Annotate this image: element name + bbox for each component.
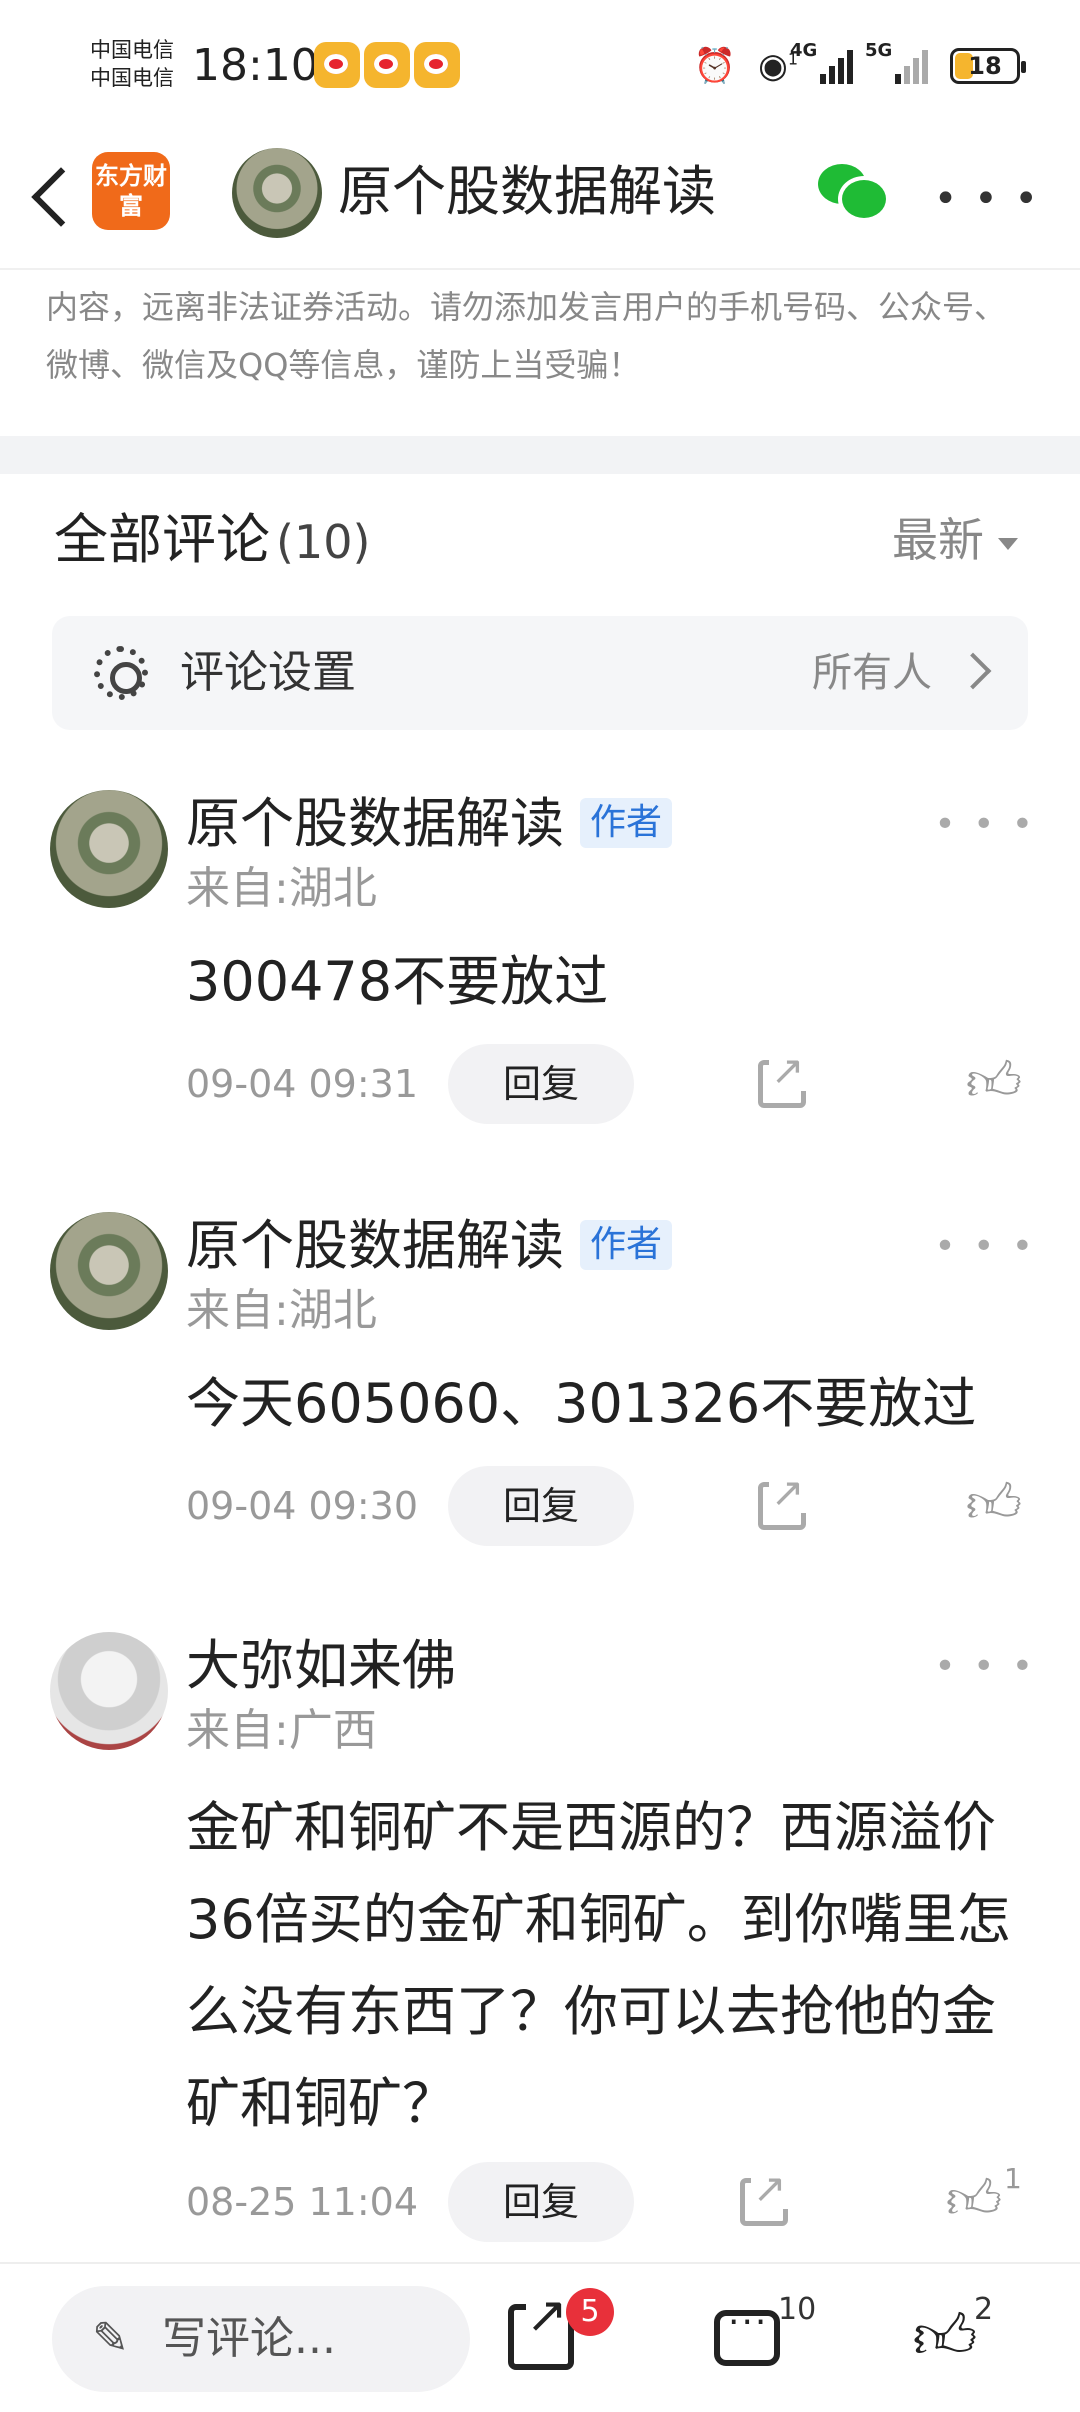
share-icon[interactable] [758, 1473, 807, 1530]
gear-icon [94, 646, 148, 700]
section-divider [0, 436, 1080, 474]
weibo-notification-icon [314, 42, 360, 88]
comment-location: 来自:湖北 [186, 863, 377, 914]
like-button[interactable]: 👍︎ [912, 2304, 978, 2370]
comment-settings-value: 所有人 [812, 650, 932, 696]
reply-button[interactable]: 回复 [448, 2162, 634, 2242]
comments-title: 全部评论 [54, 508, 270, 571]
comment-time: 08-25 11:04 [186, 2180, 419, 2224]
commenter-name[interactable]: 大弥如来佛 [186, 1628, 456, 1704]
comment-settings-row[interactable]: 评论设置 所有人 [52, 616, 1028, 730]
comment-text: 金矿和铜矿不是西源的？西源溢价36倍买的金矿和铜矿。到你嘴里怎么没有东西了？你可… [186, 1796, 1011, 2135]
like-count: 2 [974, 2292, 994, 2327]
share-icon[interactable] [740, 2169, 789, 2226]
comment-settings-label: 评论设置 [180, 647, 356, 698]
comment-location: 来自:广西 [186, 1705, 377, 1756]
like-count: 1 [1004, 2162, 1022, 2195]
author-badge: 作者 [580, 798, 673, 848]
weibo-notification-icon [414, 42, 460, 88]
comments-count: (10) [276, 515, 371, 569]
thumbs-up-icon[interactable]: 👍︎ [964, 1474, 1024, 1534]
chevron-right-icon [954, 652, 992, 690]
pencil-icon: ✎ [92, 2313, 129, 2364]
signal-5g-icon: 5G [865, 40, 928, 84]
author-avatar[interactable] [232, 148, 322, 238]
alarm-icon: ⏰ [693, 46, 737, 86]
comment-location: 来自:湖北 [186, 1285, 377, 1336]
comment-time: 09-04 09:31 [186, 1062, 419, 1106]
thumbs-up-icon[interactable]: 👍︎ [964, 1052, 1024, 1112]
comment-time: 09-04 09:30 [186, 1484, 419, 1528]
author-badge: 作者 [580, 1220, 673, 1270]
comment-more-icon[interactable]: • • • [934, 1646, 1036, 1687]
commenter-name[interactable]: 原个股数据解读 作者 [186, 1208, 673, 1284]
thumbs-up-icon[interactable]: 👍︎ [944, 2170, 1004, 2230]
signal-4g-icon: 4G [790, 40, 853, 84]
page-title: 原个股数据解读 [338, 160, 716, 223]
risk-notice: 内容，远离非法证券活动。请勿添加发言用户的手机号码、公众号、微博、微信及QQ等信… [46, 288, 1007, 384]
comment-count: 10 [778, 2292, 817, 2327]
comment-text: 300478不要放过 [186, 950, 609, 1013]
status-time: 18:10 [192, 40, 319, 91]
commenter-avatar[interactable] [50, 790, 168, 908]
sort-dropdown[interactable]: 最新 [892, 500, 1018, 580]
comment-more-icon[interactable]: • • • [934, 1226, 1036, 1267]
reply-button[interactable]: 回复 [448, 1466, 634, 1546]
write-comment-input[interactable]: ✎ 写评论... [52, 2286, 470, 2392]
bottom-action-bar: ✎ 写评论... 5 10 👍︎ 2 [0, 2262, 1080, 2412]
commenter-name[interactable]: 原个股数据解读 作者 [186, 786, 673, 862]
battery-icon: 18 [950, 48, 1026, 84]
reply-button[interactable]: 回复 [448, 1044, 634, 1124]
share-icon[interactable] [758, 1051, 807, 1108]
wechat-share-icon[interactable] [818, 160, 890, 224]
carrier-2: 中国电信 [90, 66, 174, 90]
commenter-avatar[interactable] [50, 1632, 168, 1750]
comments-heading: 全部评论 (10) [54, 500, 370, 582]
carrier-1: 中国电信 [90, 38, 174, 62]
weibo-notification-icon [364, 42, 410, 88]
status-icons: ⏰ ◉1 4G 5G 18 [693, 40, 1026, 92]
dropdown-arrow-icon [998, 537, 1018, 550]
more-options-icon[interactable]: • • • [934, 179, 1040, 219]
comments-button[interactable] [714, 2302, 780, 2366]
share-button[interactable] [508, 2290, 574, 2370]
app-logo[interactable]: 东方财富 [92, 152, 170, 230]
top-nav-bar: 东方财富 原个股数据解读 • • • [0, 130, 1080, 270]
comment-text: 今天605060、301326不要放过 [186, 1372, 977, 1435]
commenter-avatar[interactable] [50, 1212, 168, 1330]
comment-more-icon[interactable]: • • • [934, 804, 1036, 845]
write-comment-placeholder: 写评论... [162, 2313, 336, 2364]
back-button[interactable] [24, 160, 84, 230]
carrier-info: 中国电信 中国电信 [90, 36, 174, 92]
sort-label: 最新 [892, 513, 984, 567]
share-count-badge: 5 [566, 2288, 614, 2336]
status-bar: 中国电信 中国电信 18:10 ⏰ ◉1 4G 5G 18 [0, 0, 1080, 130]
